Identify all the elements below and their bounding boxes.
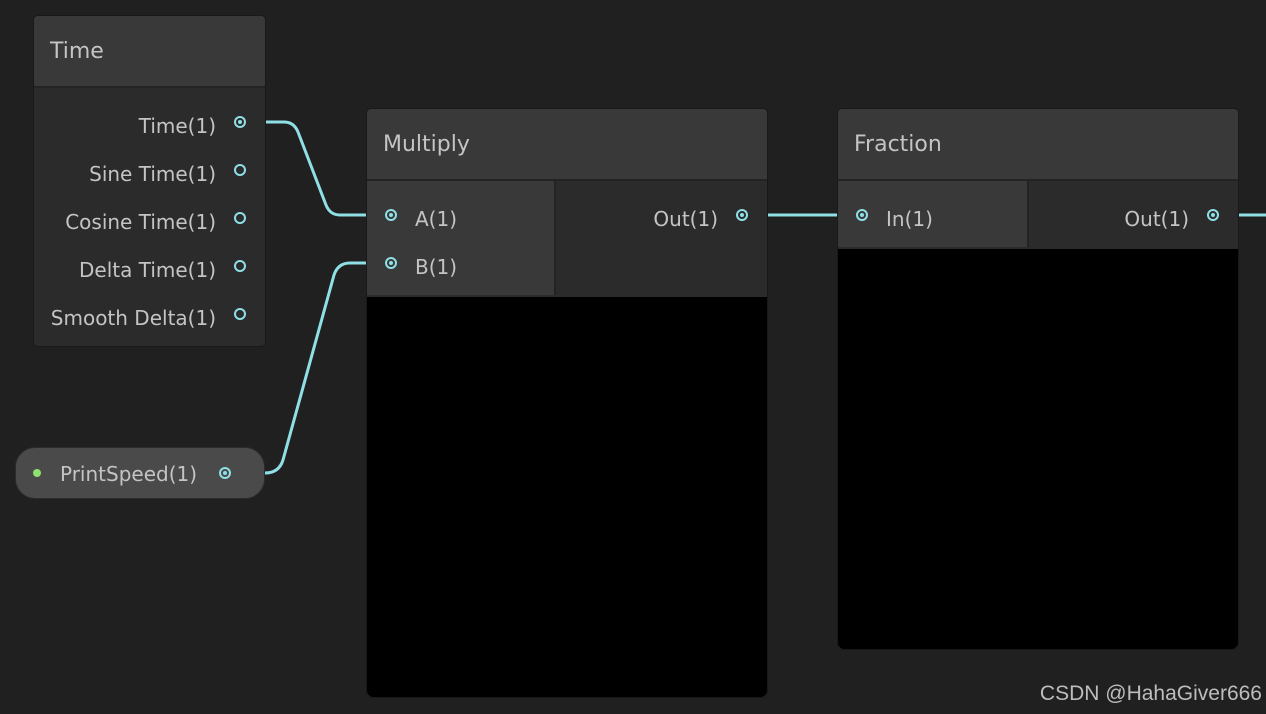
output-port-time-dot[interactable] — [234, 116, 246, 128]
property-output-port-dot[interactable] — [219, 467, 231, 479]
input-port-b-dot[interactable] — [385, 257, 397, 269]
port-label: Out(1) — [653, 207, 718, 231]
output-port-out[interactable]: Out(1) — [556, 195, 718, 243]
port-label: Out(1) — [1124, 207, 1189, 231]
port-label: Cosine Time(1) — [65, 210, 216, 234]
output-port-out-dot[interactable] — [1207, 209, 1219, 221]
exposed-property-indicator-icon — [33, 469, 41, 477]
time-node[interactable]: Time Time(1) Sine Time(1) Cosine Time(1)… — [34, 16, 265, 346]
port-label: B(1) — [415, 255, 458, 279]
input-port-a[interactable]: A(1) — [415, 195, 457, 243]
wire-time-to-multiply-a — [249, 120, 385, 217]
port-label: Smooth Delta(1) — [50, 306, 216, 330]
input-port-in[interactable]: In(1) — [886, 195, 933, 243]
port-label: Delta Time(1) — [79, 258, 216, 282]
property-node-printspeed[interactable]: PrintSpeed(1) — [15, 447, 265, 499]
input-port-in-dot[interactable] — [856, 209, 868, 221]
output-port-out[interactable]: Out(1) — [1029, 195, 1189, 243]
output-port-time[interactable]: Time(1) — [34, 102, 216, 150]
output-port-delta-time[interactable]: Delta Time(1) — [34, 246, 216, 294]
multiply-preview — [367, 297, 767, 697]
input-port-a-dot[interactable] — [385, 209, 397, 221]
fraction-node[interactable]: Fraction In(1) Out(1) — [838, 109, 1238, 649]
watermark: CSDN @HahaGiver666 — [1039, 682, 1262, 705]
output-port-cosine-time[interactable]: Cosine Time(1) — [34, 198, 216, 246]
port-label: A(1) — [415, 207, 458, 231]
shader-graph-canvas[interactable]: Time Time(1) Sine Time(1) Cosine Time(1)… — [0, 0, 1266, 714]
multiply-node-title: Multiply — [367, 109, 767, 181]
multiply-inputs-panel — [367, 181, 554, 295]
output-port-delta-time-dot[interactable] — [234, 260, 246, 272]
fraction-node-title: Fraction — [838, 109, 1238, 181]
output-port-out-dot[interactable] — [736, 209, 748, 221]
port-label: Time(1) — [138, 114, 216, 138]
output-port-cosine-time-dot[interactable] — [234, 212, 246, 224]
output-port-smooth-delta-dot[interactable] — [234, 308, 246, 320]
port-label: Sine Time(1) — [89, 162, 216, 186]
time-node-title: Time — [34, 16, 265, 88]
multiply-node[interactable]: Multiply A(1) B(1) Out(1) — [367, 109, 767, 697]
port-label: In(1) — [886, 207, 933, 231]
output-port-sine-time-dot[interactable] — [234, 164, 246, 176]
output-port-smooth-delta[interactable]: Smooth Delta(1) — [34, 294, 216, 342]
fraction-preview — [838, 249, 1238, 649]
property-label: PrintSpeed(1) — [60, 462, 198, 486]
output-port-sine-time[interactable]: Sine Time(1) — [34, 150, 216, 198]
input-port-b[interactable]: B(1) — [415, 243, 457, 291]
